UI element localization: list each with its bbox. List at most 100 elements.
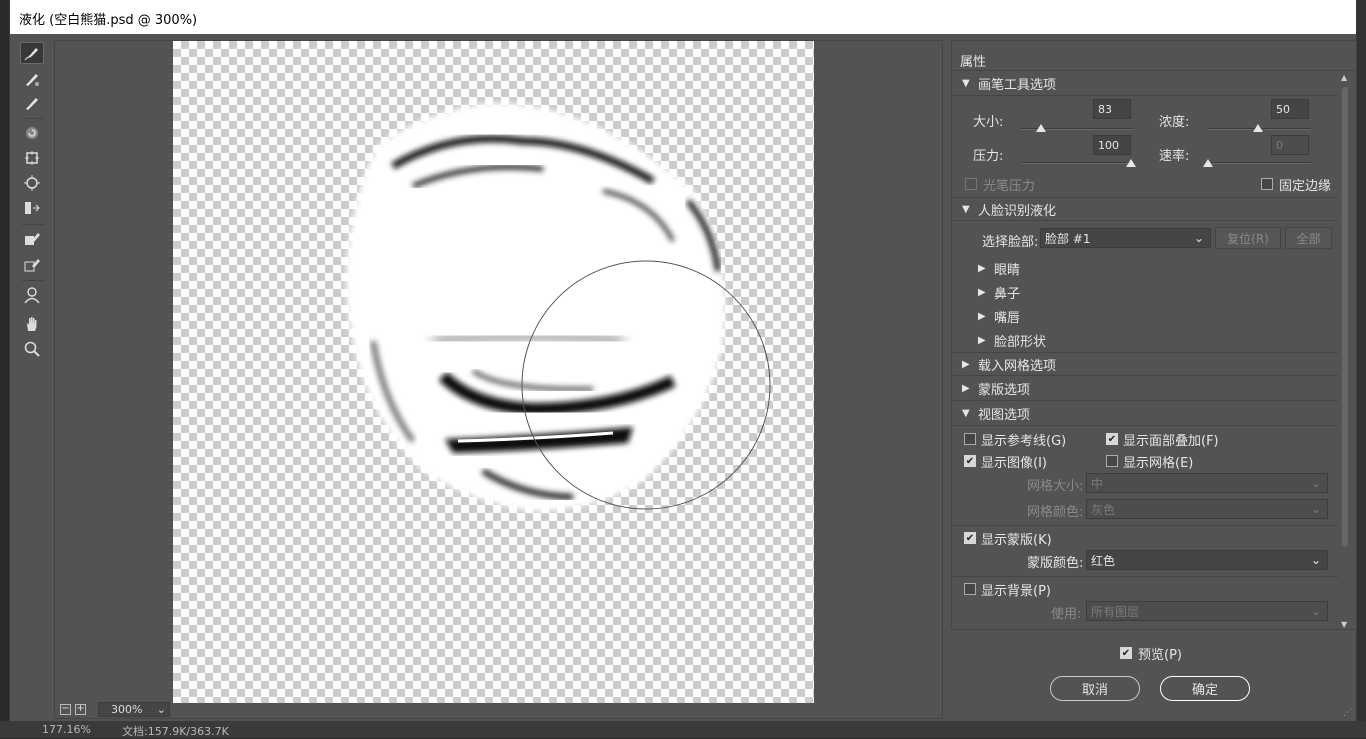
size-slider-thumb[interactable] (1036, 124, 1046, 132)
pressure-label: 压力: (973, 149, 1004, 164)
pressure-slider-thumb[interactable] (1126, 159, 1136, 167)
document-canvas[interactable] (173, 41, 814, 703)
tools-panel (16, 40, 54, 720)
subsection-label: 眼睛 (994, 263, 1021, 278)
smooth-brush-icon (26, 98, 38, 110)
properties-panel: 属性 ▼ 画笔工具选项 大小: 83 浓度: 50 压力: 100 速率: 0 … (951, 40, 1357, 630)
collapsed-triangle-icon: ▶ (978, 263, 986, 274)
face-tool[interactable] (20, 284, 44, 306)
show-face-overlay-label: 显示面部叠加(F) (1123, 434, 1219, 449)
pin-edges-label: 固定边缘 (1279, 179, 1332, 194)
bloat-icon (24, 175, 40, 191)
show-image-label: 显示图像(I) (981, 456, 1047, 471)
thaw-mask-icon (24, 259, 40, 272)
nose-subsection[interactable]: ▶ 鼻子 (978, 283, 1020, 302)
mesh-color-dropdown[interactable]: 灰色 ⌄ (1086, 499, 1328, 519)
background-app-edge (1357, 0, 1366, 738)
mouth-subsection[interactable]: ▶ 嘴唇 (978, 307, 1020, 326)
subsection-label: 嘴唇 (994, 311, 1021, 326)
freeze-mask-tool[interactable] (20, 228, 44, 250)
chevron-down-icon: ⌄ (1310, 502, 1321, 516)
expanded-triangle-icon: ▼ (962, 78, 970, 89)
collapsed-triangle-icon: ▶ (978, 287, 986, 298)
liquify-dialog: 液化 (空白熊猫.psd @ 300%) − + 300% ⌄ 属性 ▼ 画笔工… (9, 0, 1357, 738)
hand-tool[interactable] (20, 313, 44, 335)
section-title: 人脸识别液化 (978, 203, 1057, 219)
chevron-down-icon: ⌄ (1310, 553, 1321, 567)
mesh-size-dropdown[interactable]: 中 ⌄ (1086, 473, 1328, 493)
ok-button[interactable]: 确定 (1160, 676, 1250, 701)
zoom-out-button[interactable]: − (60, 704, 71, 715)
density-slider-thumb[interactable] (1253, 124, 1263, 132)
divider (952, 576, 1338, 577)
reconstruct-tool[interactable] (20, 68, 44, 90)
use-dropdown[interactable]: 所有图层 ⌄ (1086, 601, 1328, 621)
select-face-value: 脸部 #1 (1045, 231, 1091, 246)
stylus-pressure-checkbox[interactable] (965, 178, 977, 190)
show-guides-checkbox[interactable] (964, 433, 976, 445)
mask-options-header[interactable]: ▶ 蒙版选项 (952, 377, 1338, 401)
thaw-mask-tool[interactable] (20, 254, 44, 276)
eyes-subsection[interactable]: ▶ 眼睛 (978, 259, 1020, 278)
show-mask-label: 显示蒙版(K) (981, 533, 1052, 548)
rate-slider[interactable] (1207, 162, 1311, 164)
face-shape-subsection[interactable]: ▶ 脸部形状 (978, 331, 1046, 350)
mesh-size-value: 中 (1091, 476, 1104, 491)
scrollbar-thumb[interactable] (1342, 87, 1348, 547)
size-field[interactable]: 83 (1093, 99, 1131, 119)
show-image-checkbox[interactable]: ✔ (964, 455, 976, 467)
pucker-tool[interactable] (20, 147, 44, 169)
panel-title: 属性 (952, 41, 1356, 71)
panel-scrollbar[interactable]: ▲ ▼ (1340, 73, 1350, 629)
reset-all-button[interactable]: 全部 (1285, 227, 1332, 249)
brush-options-header[interactable]: ▼ 画笔工具选项 (952, 72, 1338, 96)
rate-slider-thumb[interactable] (1203, 159, 1213, 167)
show-face-overlay-checkbox[interactable]: ✔ (1106, 433, 1118, 445)
rate-field[interactable]: 0 (1271, 135, 1309, 155)
show-guides-label: 显示参考线(G) (981, 434, 1067, 449)
tool-separator (22, 118, 44, 119)
smooth-tool[interactable] (20, 92, 44, 114)
load-mesh-header[interactable]: ▶ 载入网格选项 (952, 352, 1338, 376)
view-options-header[interactable]: ▼ 视图选项 (952, 402, 1338, 426)
cancel-button[interactable]: 取消 (1050, 676, 1140, 701)
show-backdrop-checkbox[interactable] (964, 583, 976, 595)
reset-face-button[interactable]: 复位(R) (1215, 227, 1281, 249)
freeze-mask-icon (25, 233, 40, 245)
dialog-title: 液化 (空白熊猫.psd @ 300%) (19, 13, 198, 28)
subsection-label: 脸部形状 (994, 335, 1047, 350)
zoom-icon (24, 341, 40, 357)
show-mesh-checkbox[interactable] (1106, 455, 1118, 467)
preview-area: − + 300% ⌄ (54, 40, 943, 719)
face-liquify-header[interactable]: ▼ 人脸识别液化 (952, 197, 1338, 221)
zoom-in-button[interactable]: + (75, 704, 86, 715)
pressure-slider[interactable] (1021, 162, 1133, 164)
show-mask-checkbox[interactable]: ✔ (964, 532, 976, 544)
twirl-clockwise-tool[interactable] (20, 122, 44, 144)
preview-checkbox[interactable]: ✔ (1120, 647, 1132, 659)
scroll-down-icon[interactable]: ▼ (1341, 620, 1347, 629)
twirl-icon (26, 127, 38, 139)
rate-label: 速率: (1159, 149, 1190, 164)
zoom-bar: − + 300% ⌄ (55, 701, 942, 718)
forward-warp-tool[interactable] (20, 42, 44, 64)
resize-grip-icon[interactable]: ⋰ (1343, 708, 1352, 718)
select-face-dropdown[interactable]: 脸部 #1 ⌄ (1040, 228, 1211, 248)
chevron-down-icon: ⌄ (1310, 604, 1321, 618)
push-left-tool[interactable] (20, 197, 44, 219)
pin-edges-checkbox[interactable] (1261, 178, 1273, 190)
zoom-select[interactable]: 300% ⌄ (98, 702, 170, 717)
status-document-size: 文档:157.9K/363.7K (122, 725, 229, 738)
pucker-icon (25, 151, 39, 165)
size-label: 大小: (973, 115, 1004, 130)
zoom-tool[interactable] (20, 338, 44, 360)
mask-color-dropdown[interactable]: 红色 ⌄ (1086, 550, 1328, 570)
pressure-field[interactable]: 100 (1093, 135, 1131, 155)
preview-label: 预览(P) (1138, 648, 1182, 663)
mesh-size-label: 网格大小: (1027, 479, 1084, 494)
density-field[interactable]: 50 (1271, 99, 1309, 119)
bloat-tool[interactable] (20, 172, 44, 194)
stylus-pressure-label: 光笔压力 (983, 179, 1036, 194)
chevron-down-icon: ⌄ (156, 703, 166, 716)
scroll-up-icon[interactable]: ▲ (1341, 73, 1347, 82)
